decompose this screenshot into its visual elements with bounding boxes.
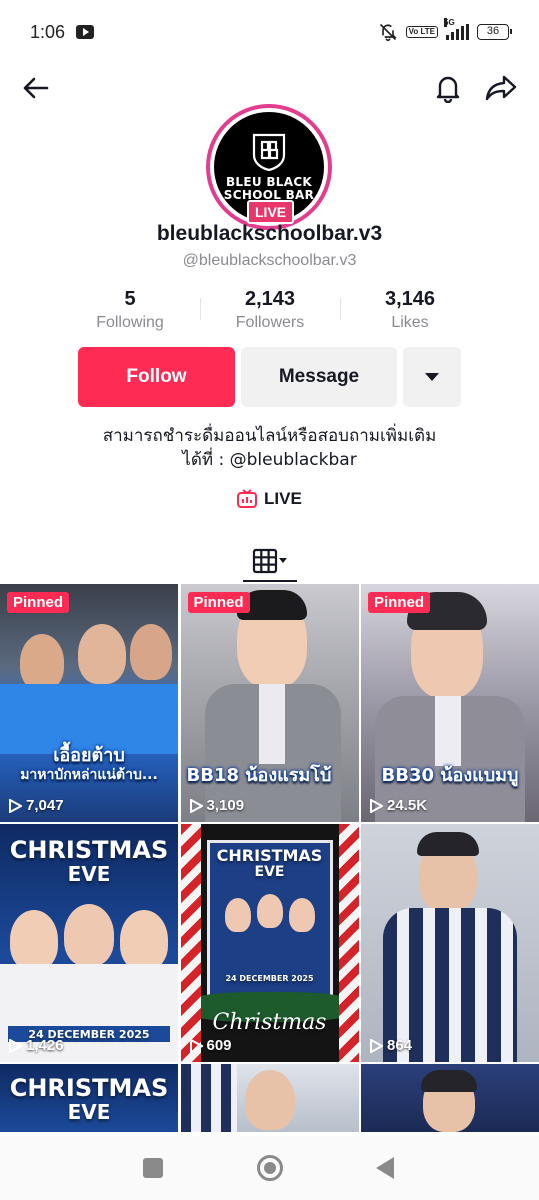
status-time: 1:06 <box>30 22 66 42</box>
video-subtitle: EVE <box>67 862 111 886</box>
video-subtitle: EVE <box>254 864 285 880</box>
mute-icon <box>379 23 397 42</box>
status-icons: Vo LTE 5G 36 <box>378 18 512 42</box>
video-subtitle: EVE <box>67 1100 111 1124</box>
video-tile[interactable]: Pinned เอื้อยต้าบ มาหาบักหล่าแน่ต้าบ... … <box>0 584 178 822</box>
bio-line-1: สามารถชำระดื่มออนไลน์หรือสอบถามเพิ่มเติม <box>102 426 437 446</box>
live-link-label: LIVE <box>264 489 302 508</box>
video-thumbnail <box>361 824 539 1062</box>
youtube-notification-icon <box>76 25 94 39</box>
bio: สามารถชำระดื่มออนไลน์หรือสอบถามเพิ่มเติม… <box>0 424 539 472</box>
view-count: 864 <box>369 1037 412 1054</box>
pinned-badge: Pinned <box>7 592 70 613</box>
video-tile[interactable] <box>361 1064 539 1132</box>
bell-icon <box>436 76 460 103</box>
content-tabs <box>0 540 539 582</box>
video-title: CHRISTMAS <box>216 846 323 865</box>
video-thumbnail <box>361 1064 539 1132</box>
play-icon <box>189 798 203 813</box>
live-tv-icon <box>237 489 257 508</box>
play-icon <box>370 1038 383 1053</box>
stat-label: Likes <box>391 314 429 331</box>
share-icon <box>485 75 517 101</box>
stat-label: Followers <box>235 314 305 331</box>
video-tile[interactable]: CHRISTMAS EVE 24 DECEMBER 2025 1,426 <box>0 824 178 1062</box>
video-tile[interactable]: Pinned BB18 น้องแรมโบ้ 3,109 <box>180 584 359 822</box>
video-thumbnail <box>0 584 178 822</box>
video-caption: BB30 น้องแบมบู <box>381 765 519 786</box>
play-icon <box>9 1038 22 1053</box>
system-nav-bar <box>0 1136 539 1200</box>
back-button[interactable] <box>18 70 54 106</box>
battery-icon: 36 <box>477 24 512 40</box>
bio-line-2: ได้ที่ : @bleublackbar <box>182 450 357 470</box>
play-icon <box>189 1038 203 1053</box>
more-options-button[interactable] <box>403 347 461 407</box>
view-count: 1,426 <box>8 1037 64 1054</box>
stat-following[interactable]: 5 Following <box>60 288 200 338</box>
arrow-left-icon <box>23 77 49 99</box>
video-grid: Pinned เอื้อยต้าบ มาหาบักหล่าแน่ต้าบ... … <box>0 584 539 1132</box>
recent-apps-button[interactable] <box>143 1158 163 1178</box>
stats-row: 5 Following 2,143 Followers 3,146 Likes <box>60 288 480 338</box>
tab-indicator <box>243 580 297 582</box>
stat-value: 5 <box>124 288 136 310</box>
caret-down-icon <box>425 373 439 381</box>
video-caption: มาหาบักหล่าแน่ต้าบ... <box>20 767 158 783</box>
video-thumbnail <box>180 1064 359 1132</box>
play-icon <box>9 798 22 813</box>
signal-icon: 5G <box>444 18 469 40</box>
grid-icon <box>252 548 287 574</box>
system-back-button[interactable] <box>376 1157 394 1179</box>
video-title: CHRISTMAS <box>9 836 169 864</box>
share-button[interactable] <box>481 68 521 108</box>
video-tile[interactable]: 864 <box>361 824 539 1062</box>
stat-value: 2,143 <box>244 288 296 310</box>
video-tile[interactable] <box>180 1064 359 1132</box>
view-count: 3,109 <box>189 797 244 814</box>
view-count: 24.5K <box>369 797 427 814</box>
message-button[interactable]: Message <box>241 347 397 407</box>
volte-icon: Vo LTE <box>405 26 438 38</box>
stat-followers[interactable]: 2,143 Followers <box>200 288 340 338</box>
view-count: 609 <box>189 1037 232 1054</box>
home-button[interactable] <box>257 1155 283 1181</box>
stat-value: 3,146 <box>384 288 436 310</box>
handle: @bleublackschoolbar.v3 <box>182 252 357 269</box>
video-title: CHRISTMAS <box>9 1074 169 1102</box>
status-bar: 1:06 Vo LTE 5G 36 <box>0 0 539 64</box>
action-buttons: Follow Message <box>78 347 461 407</box>
display-name: bleublackschoolbar.v3 <box>156 222 383 245</box>
live-badge[interactable]: LIVE <box>247 200 295 224</box>
tab-videos[interactable] <box>243 540 297 582</box>
video-script-title: Christmas <box>212 1010 327 1035</box>
live-link[interactable]: LIVE <box>236 488 302 510</box>
pinned-badge: Pinned <box>368 592 431 613</box>
video-tile[interactable]: CHRISTMAS EVE <box>0 1064 178 1132</box>
shield-logo-icon <box>252 133 286 172</box>
pinned-badge: Pinned <box>187 592 250 613</box>
play-icon <box>370 798 383 813</box>
video-tile[interactable]: CHRISTMAS EVE 24 DECEMBER 2025 Christmas… <box>180 824 359 1062</box>
video-date: 24 DECEMBER 2025 <box>225 974 314 983</box>
stat-label: Following <box>96 314 164 331</box>
follow-button[interactable]: Follow <box>78 347 235 407</box>
notification-button[interactable] <box>428 68 468 108</box>
video-tile[interactable]: Pinned BB30 น้องแบมบู 24.5K <box>361 584 539 822</box>
view-count: 7,047 <box>8 797 64 814</box>
video-caption: BB18 น้องแรมโบ้ <box>186 765 332 786</box>
stat-likes[interactable]: 3,146 Likes <box>340 288 480 338</box>
